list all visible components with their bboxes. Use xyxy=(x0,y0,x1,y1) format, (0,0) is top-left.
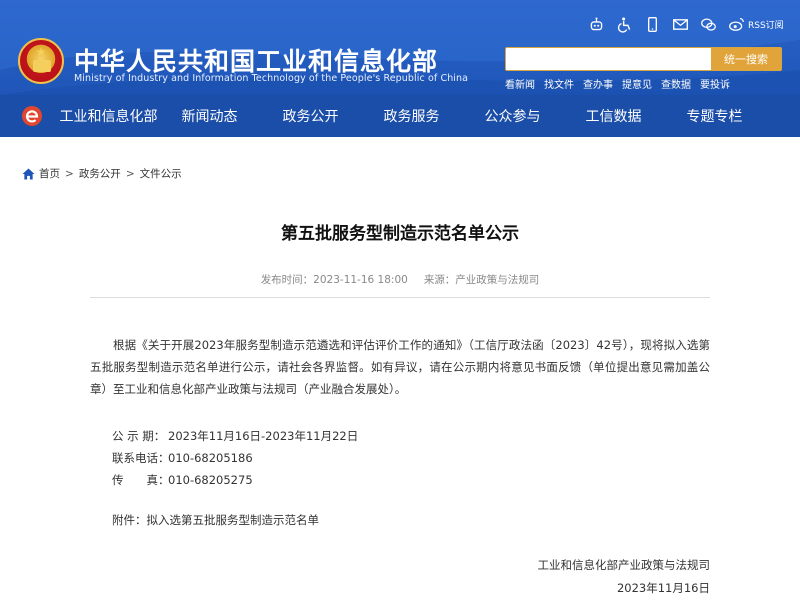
article-meta: 发布时间：2023-11-16 18:00 来源：产业政策与法规司 xyxy=(0,272,800,287)
publish-time: 发布时间：2023-11-16 18:00 xyxy=(260,274,408,286)
info-value: 010-68205275 xyxy=(168,473,253,487)
contact-info: 公 示 期： 2023年11月16日-2023年11月22日 联系电话： 010… xyxy=(112,425,358,491)
nav-item-government-services[interactable]: 政务服务 xyxy=(361,95,462,137)
breadcrumb-home[interactable]: 首页 xyxy=(39,166,60,181)
breadcrumb-separator: > xyxy=(65,167,74,180)
main-navigation: 工业和信息化部 新闻动态 政务公开 政务服务 公众参与 工信数据 专题专栏 xyxy=(0,95,800,137)
breadcrumb-government-affairs[interactable]: 政务公开 xyxy=(79,166,121,181)
quick-links: 看新闻 找文件 查办事 提意见 查数据 要投诉 xyxy=(505,76,730,91)
breadcrumb: 首页 > 政务公开 > 文件公示 xyxy=(22,166,182,181)
mail-icon[interactable] xyxy=(672,16,689,33)
nav-item-data[interactable]: 工信数据 xyxy=(563,95,664,137)
site-header: ★ 中华人民共和国工业和信息化部 Ministry of Industry an… xyxy=(0,0,800,95)
unified-search-button[interactable]: 统一搜索 xyxy=(711,48,781,70)
info-row-phone: 联系电话： 010-68205186 xyxy=(112,447,358,469)
breadcrumb-file-notice[interactable]: 文件公示 xyxy=(140,166,182,181)
weibo-icon[interactable] xyxy=(728,16,745,33)
mobile-icon[interactable] xyxy=(644,16,661,33)
quick-link-feedback[interactable]: 提意见 xyxy=(622,76,652,91)
site-search: 统一搜索 xyxy=(505,47,782,71)
home-icon[interactable] xyxy=(22,167,35,180)
quick-link-services[interactable]: 查办事 xyxy=(583,76,613,91)
wechat-icon[interactable] xyxy=(700,16,717,33)
nav-item-news[interactable]: 新闻动态 xyxy=(159,95,260,137)
attachment: 附件：拟入选第五批服务型制造示范名单 xyxy=(112,512,319,528)
top-utility-icons: RSS订阅 xyxy=(588,14,784,34)
search-input[interactable] xyxy=(506,48,711,70)
article-body: 根据《关于开展2023年服务型制造示范遴选和评估评价工作的通知》（工信厅政法函〔… xyxy=(90,338,710,396)
info-label: 公 示 期： xyxy=(112,429,166,443)
rss-subscribe-link[interactable]: RSS订阅 xyxy=(748,18,784,31)
nav-item-public-participation[interactable]: 公众参与 xyxy=(462,95,563,137)
quick-link-news[interactable]: 看新闻 xyxy=(505,76,535,91)
nav-item-ministry[interactable]: 工业和信息化部 xyxy=(58,95,159,137)
signing-date: 2023年11月16日 xyxy=(616,581,710,595)
quick-link-documents[interactable]: 找文件 xyxy=(544,76,574,91)
accessibility-icon[interactable] xyxy=(616,16,633,33)
info-row-fax: 传 真： 010-68205275 xyxy=(112,469,358,491)
national-emblem-logo[interactable]: ★ xyxy=(18,38,64,84)
e-government-logo-icon[interactable] xyxy=(20,104,44,128)
quick-link-data[interactable]: 查数据 xyxy=(661,76,691,91)
info-value: 2023年11月16日-2023年11月22日 xyxy=(168,429,359,443)
attachment-link[interactable]: 拟入选第五批服务型制造示范名单 xyxy=(147,513,320,527)
nav-item-government-affairs[interactable]: 政务公开 xyxy=(260,95,361,137)
article-title: 第五批服务型制造示范名单公示 xyxy=(281,224,519,244)
nav-item-special-topics[interactable]: 专题专栏 xyxy=(664,95,765,137)
signing-organization: 工业和信息化部产业政策与法规司 xyxy=(537,558,711,572)
article-source: 来源：产业政策与法规司 xyxy=(423,274,540,286)
info-label: 联系电话： xyxy=(112,451,170,465)
site-subtitle: Ministry of Industry and Information Tec… xyxy=(74,73,469,84)
title-divider xyxy=(90,297,710,298)
robot-assistant-icon[interactable] xyxy=(588,16,605,33)
attachment-label: 附件： xyxy=(112,513,147,527)
quick-link-complaint[interactable]: 要投诉 xyxy=(700,76,730,91)
info-label: 传 真： xyxy=(112,473,170,487)
breadcrumb-separator: > xyxy=(125,167,135,180)
info-row-period: 公 示 期： 2023年11月16日-2023年11月22日 xyxy=(112,425,358,447)
info-value: 010-68205186 xyxy=(168,451,253,465)
